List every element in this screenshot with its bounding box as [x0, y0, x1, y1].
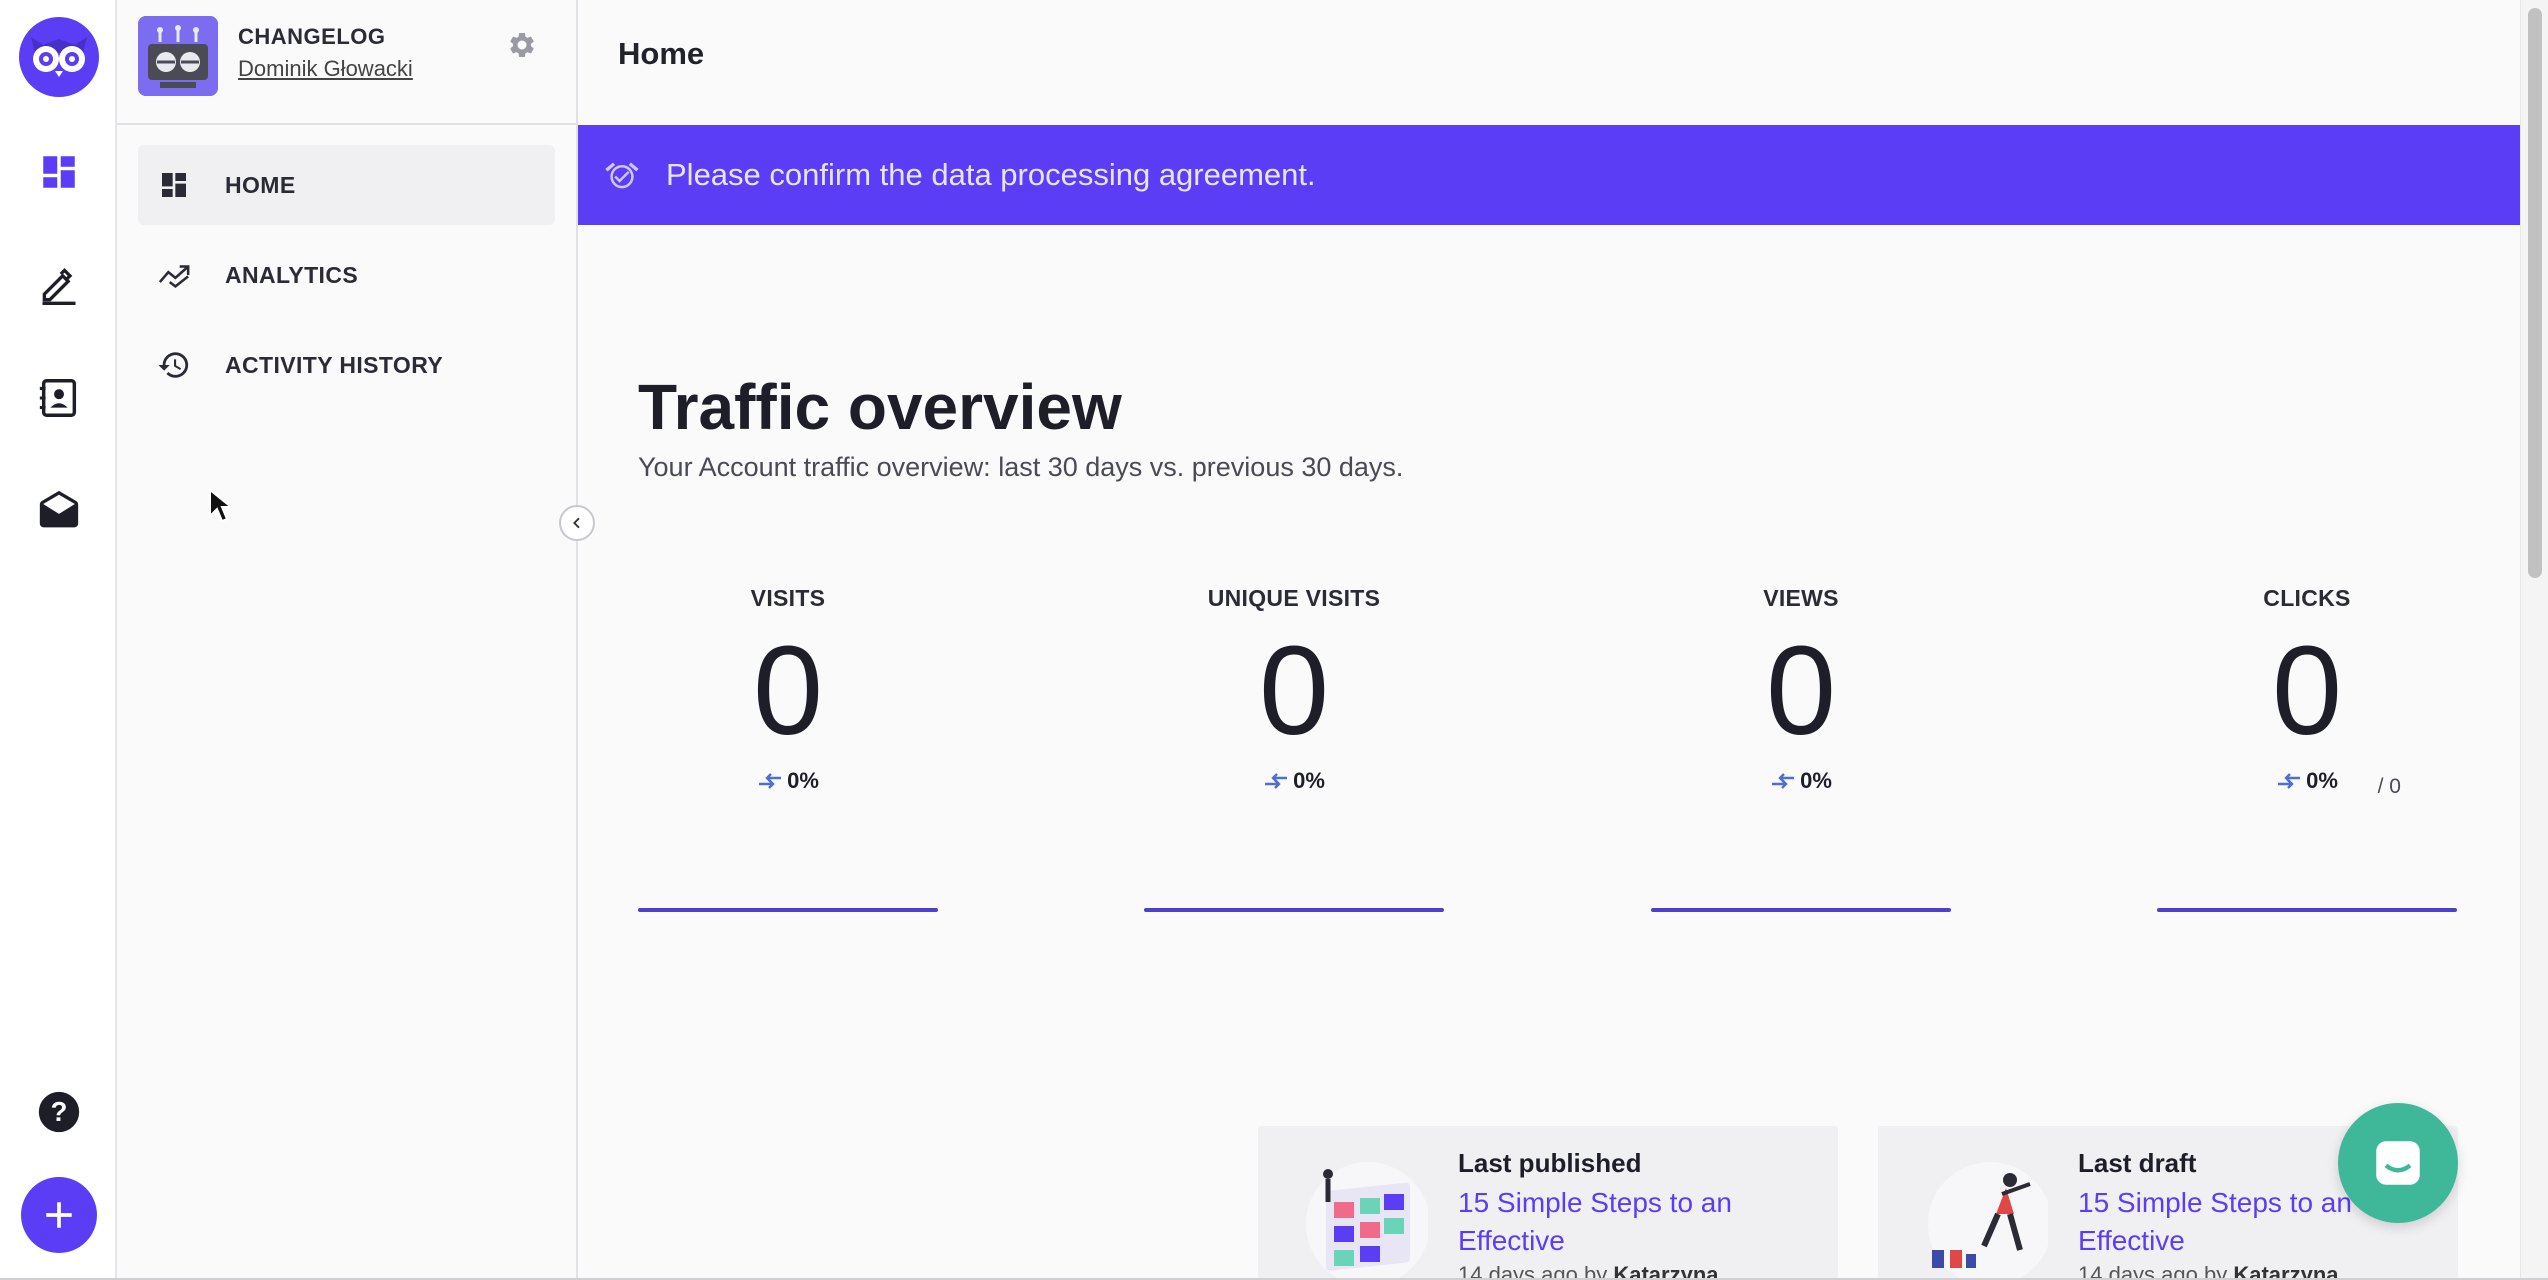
- chevron-left-icon: [573, 517, 580, 529]
- chat-icon: [2376, 1141, 2420, 1185]
- stat-sparkline: [1144, 908, 1444, 912]
- stat-sub-value: / 0: [2377, 775, 2401, 798]
- svg-text:?: ?: [50, 1096, 67, 1127]
- nav-item-activity-history[interactable]: ACTIVITY HISTORY: [138, 325, 555, 405]
- main-header: Home: [578, 0, 2520, 125]
- mouse-cursor-icon: [208, 487, 234, 529]
- add-button[interactable]: [0, 1176, 117, 1254]
- swap-arrows-icon: [1265, 773, 1288, 789]
- stat-sparkline: [2157, 908, 2457, 912]
- stat-value: 0: [1765, 620, 1837, 761]
- traffic-overview-title: Traffic overview: [638, 371, 1122, 443]
- nav-item-label: ACTIVITY HISTORY: [225, 351, 444, 378]
- stat-sparkline: [638, 908, 938, 912]
- card-title: Last published: [1458, 1148, 1642, 1178]
- collapse-sidebar-button[interactable]: [559, 505, 595, 541]
- alarm-check-icon: [602, 155, 642, 195]
- stat-label: VIEWS: [1763, 585, 1839, 611]
- stat-label: CLICKS: [2263, 585, 2351, 611]
- owl-logo-icon[interactable]: [0, 12, 117, 102]
- stat-change-value: 0%: [1800, 768, 1832, 793]
- stat-change-value: 0%: [1293, 768, 1325, 793]
- last-published-card[interactable]: Last published 15 Simple Steps to an Eff…: [1258, 1126, 1838, 1280]
- nav-item-analytics[interactable]: ANALYTICS: [138, 235, 555, 315]
- stat-label: UNIQUE VISITS: [1207, 585, 1381, 611]
- stat-visits: VISITS 0 0%: [638, 585, 938, 912]
- contacts-icon[interactable]: [0, 368, 117, 428]
- page-scrollbar[interactable]: [2520, 0, 2548, 1280]
- stat-change-value: 0%: [787, 768, 819, 793]
- swap-arrows-icon: [759, 773, 782, 789]
- stat-value: 0: [752, 620, 824, 761]
- stat-change-value: 0%: [2306, 768, 2338, 793]
- nav-item-label: HOME: [225, 171, 296, 198]
- dashboard-icon[interactable]: [0, 142, 117, 202]
- swap-arrows-icon: [1772, 773, 1795, 789]
- traffic-overview-subtitle: Your Account traffic overview: last 30 d…: [638, 452, 1404, 482]
- stat-clicks: CLICKS 0 / 0 0%: [2157, 585, 2457, 912]
- stat-value: 0: [1258, 620, 1330, 761]
- banner-text: Please confirm the data processing agree…: [666, 157, 1316, 192]
- stat-sparkline: [1651, 908, 1951, 912]
- stat-views: VIEWS 0 0%: [1651, 585, 1951, 912]
- nav-item-home[interactable]: HOME: [138, 145, 555, 225]
- dpa-banner[interactable]: Please confirm the data processing agree…: [578, 125, 2520, 225]
- stat-change: 0%: [638, 768, 938, 794]
- card-title: Last draft: [2078, 1148, 2197, 1178]
- card-post-link[interactable]: 15 Simple Steps to an Effective: [1458, 1184, 1818, 1260]
- account-user-link[interactable]: Dominik Głowacki: [238, 56, 413, 82]
- plus-icon[interactable]: [20, 1177, 97, 1253]
- trending-icon: [138, 258, 210, 292]
- illustration-icon: [1298, 1154, 1430, 1280]
- help-icon[interactable]: ?: [0, 1082, 117, 1142]
- app-rail: ?: [0, 0, 117, 1280]
- gear-icon[interactable]: [507, 30, 541, 64]
- history-icon: [138, 348, 210, 382]
- chat-launcher-button[interactable]: [2338, 1103, 2458, 1223]
- nav-item-label: ANALYTICS: [225, 261, 359, 288]
- dashboard-icon: [138, 169, 210, 201]
- account-header: CHANGELOG Dominik Głowacki: [117, 0, 576, 125]
- stat-unique-visits: UNIQUE VISITS 0 0%: [1144, 585, 1444, 912]
- stat-change: 0%: [1651, 768, 1951, 794]
- page-title: Home: [618, 36, 705, 71]
- stat-value: 0: [2271, 620, 2343, 761]
- illustration-icon: [1918, 1154, 2052, 1280]
- scrollbar-thumb[interactable]: [2528, 8, 2542, 578]
- stat-change: 0%: [2157, 768, 2457, 794]
- swap-arrows-icon: [2278, 773, 2301, 789]
- secondary-sidebar: CHANGELOG Dominik Głowacki HOME ANALYTIC…: [117, 0, 578, 1280]
- mail-open-icon[interactable]: [0, 482, 117, 542]
- edit-pen-icon[interactable]: [0, 255, 117, 315]
- account-name: CHANGELOG: [238, 24, 386, 49]
- stat-change: 0%: [1144, 768, 1444, 794]
- account-avatar[interactable]: [138, 16, 218, 96]
- stat-label: VISITS: [750, 585, 826, 611]
